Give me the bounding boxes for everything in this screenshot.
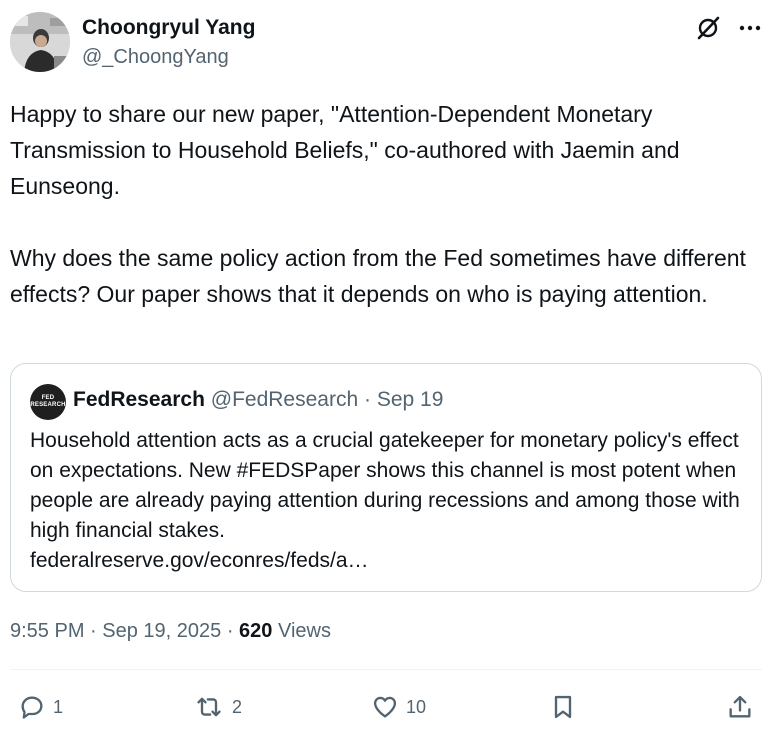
like-count: 10	[406, 696, 427, 717]
quoted-author-name[interactable]: FedResearch	[73, 388, 205, 411]
quoted-avatar-text-bottom: RESEARCH	[30, 402, 66, 408]
quoted-author-handle[interactable]: @FedResearch	[211, 388, 358, 411]
quoted-avatar-text-top: FED	[41, 395, 55, 401]
bookmark-button[interactable]	[549, 690, 577, 724]
author-handle[interactable]: @_ChoongYang	[82, 46, 229, 69]
tweet-text: Happy to share our new paper, "Attention…	[10, 96, 758, 312]
quoted-tweet[interactable]: FED RESEARCH FedResearch @FedResearch · …	[10, 363, 762, 592]
grok-icon[interactable]	[694, 14, 722, 42]
quoted-date[interactable]: Sep 19	[377, 388, 444, 411]
retweet-count: 2	[232, 696, 243, 717]
quoted-separator: ·	[358, 388, 377, 411]
more-icon[interactable]	[738, 20, 762, 36]
author-avatar[interactable]	[10, 12, 70, 72]
reply-button[interactable]: 1	[18, 690, 63, 724]
share-icon	[729, 695, 751, 718]
divider	[10, 669, 762, 670]
heart-icon	[373, 696, 397, 718]
reply-icon	[21, 696, 43, 719]
tweet-time[interactable]: 9:55 PM	[10, 620, 84, 642]
author-name[interactable]: Choongryul Yang	[82, 16, 255, 40]
meta-separator-2: ·	[221, 620, 240, 642]
quoted-header: FedResearch @FedResearch · Sep 19	[73, 388, 443, 412]
bookmark-icon	[554, 695, 572, 719]
tweet-meta: 9:55 PM · Sep 19, 2025 · 620 Views	[10, 620, 331, 643]
quoted-body: Household attention acts as a crucial ga…	[30, 429, 740, 542]
quoted-link[interactable]: federalreserve.gov/econres/feds/a…	[30, 549, 369, 572]
retweet-icon	[197, 697, 221, 717]
retweet-button[interactable]: 2	[193, 690, 242, 724]
quoted-author-avatar[interactable]: FED RESEARCH	[30, 384, 66, 420]
tweet-paragraph-2: Why does the same policy action from the…	[10, 245, 746, 307]
like-button[interactable]: 10	[371, 690, 426, 724]
share-button[interactable]	[726, 690, 754, 724]
tweet: Choongryul Yang @_ChoongYang Happy to sh…	[0, 0, 768, 738]
meta-separator-1: ·	[84, 620, 103, 642]
reply-count: 1	[53, 696, 64, 717]
views-count[interactable]: 620	[239, 620, 272, 642]
tweet-paragraph-1: Happy to share our new paper, "Attention…	[10, 101, 680, 199]
views-label: Views	[272, 620, 331, 642]
tweet-date[interactable]: Sep 19, 2025	[102, 620, 221, 642]
quoted-text: Household attention acts as a crucial ga…	[30, 426, 750, 576]
